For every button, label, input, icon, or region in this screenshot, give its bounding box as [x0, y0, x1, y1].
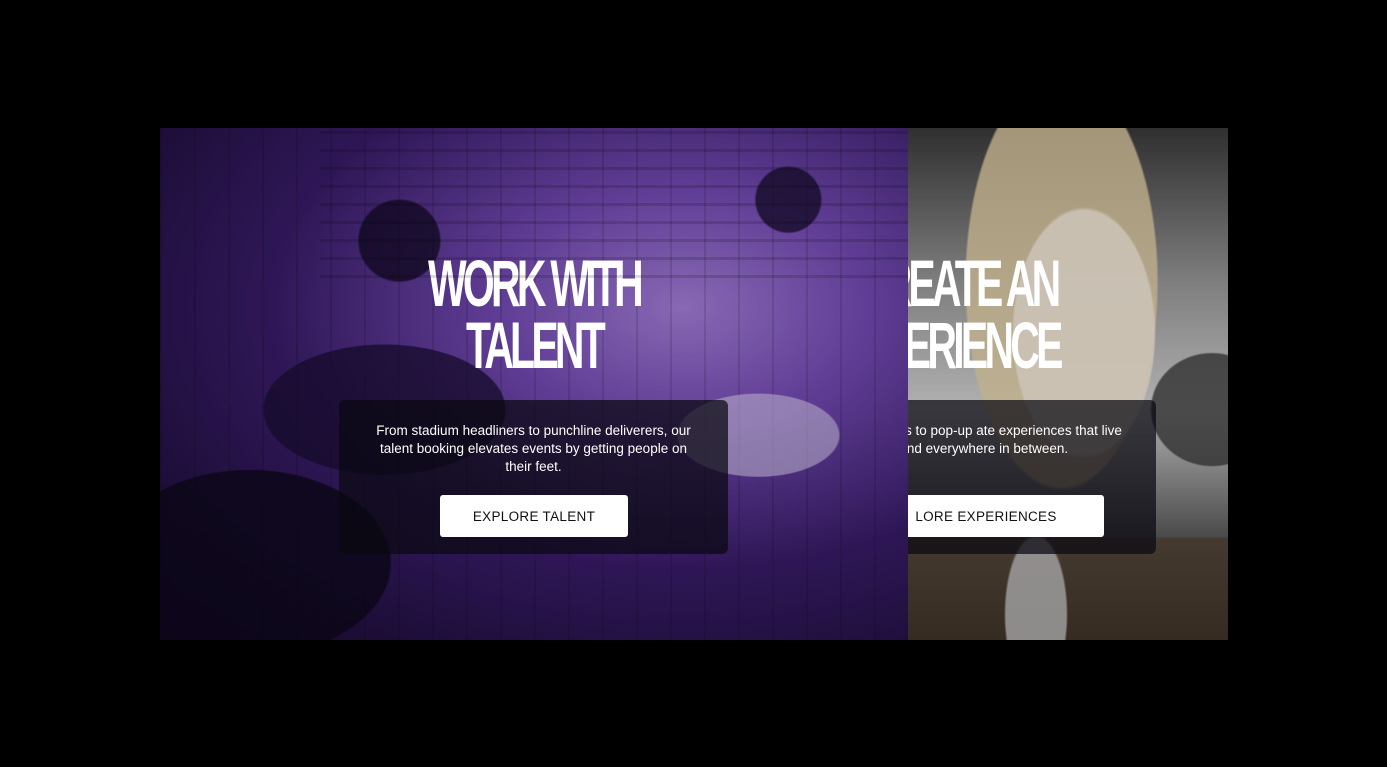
experience-headline: REATE AN PERIENCE — [908, 246, 1094, 382]
talent-headline-line-2: TALENT — [465, 308, 606, 382]
experience-description: festival activations to pop-up ate exper… — [908, 423, 1122, 456]
talent-description: From stadium headliners to punchline del… — [376, 423, 691, 474]
experience-headline-line-1: REATE AN — [908, 246, 1061, 320]
talent-headline: WORK WITH TALENT — [410, 246, 658, 382]
talent-info-card: From stadium headliners to punchline del… — [339, 400, 728, 554]
explore-talent-button[interactable]: EXPLORE TALENT — [440, 495, 628, 537]
talent-photo-overlay — [160, 128, 908, 640]
experience-info-card: festival activations to pop-up ate exper… — [908, 400, 1156, 554]
talent-headline-line-1: WORK WITH — [428, 246, 644, 320]
experience-panel[interactable]: REATE AN PERIENCE festival activations t… — [908, 128, 1228, 640]
hero-carousel: WORK WITH TALENT From stadium headliners… — [160, 128, 1228, 640]
experience-photo-overlay — [908, 128, 1228, 640]
talent-panel[interactable]: WORK WITH TALENT From stadium headliners… — [160, 128, 908, 640]
experience-headline-line-2: PERIENCE — [908, 308, 1063, 382]
explore-experiences-button[interactable]: LORE EXPERIENCES — [908, 495, 1104, 537]
